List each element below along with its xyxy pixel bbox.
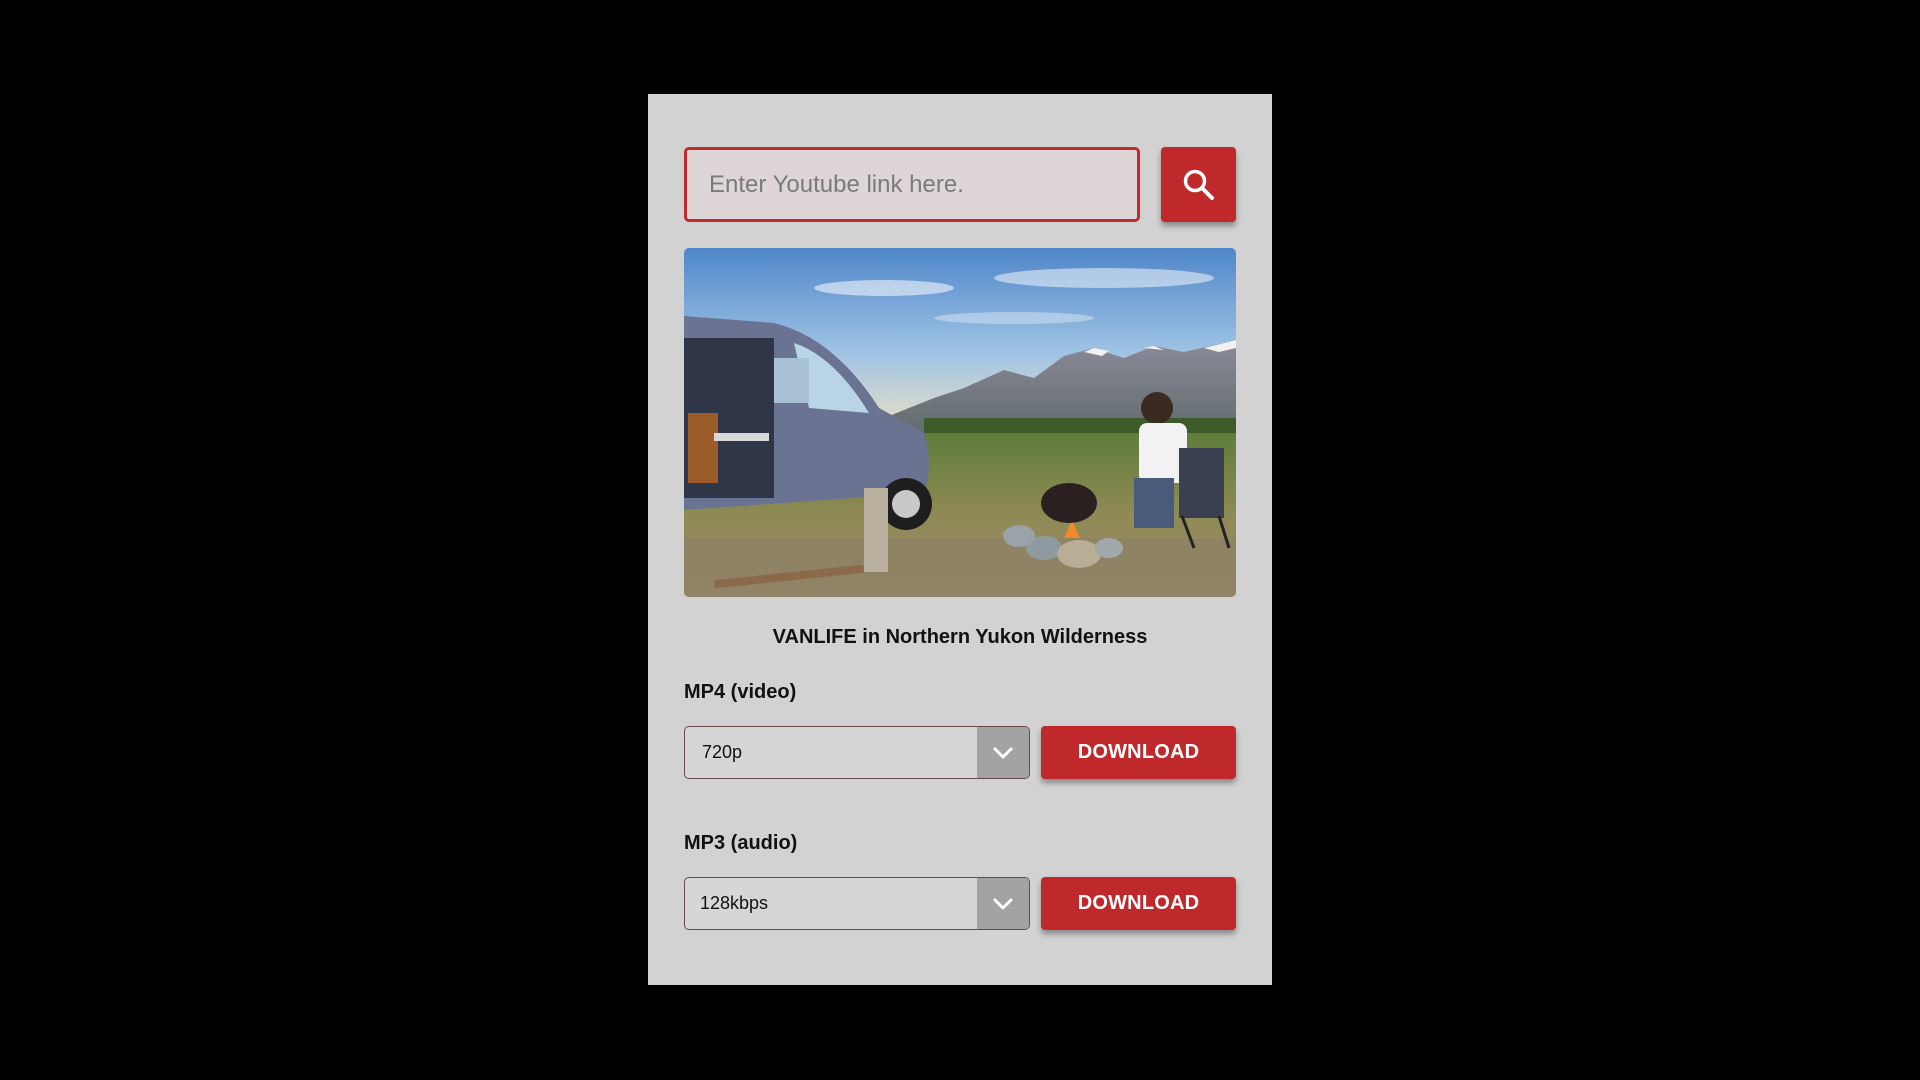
mp3-selected-bitrate: 128kbps [700, 893, 769, 913]
mp3-bitrate-select[interactable]: 128kbps [684, 877, 1030, 930]
mp4-section-label: MP4 (video) [684, 681, 797, 703]
mp3-download-button[interactable]: DOWNLOAD [1041, 877, 1236, 930]
mp4-download-button[interactable]: DOWNLOAD [1041, 726, 1236, 779]
video-thumbnail [684, 248, 1236, 597]
mp4-quality-select[interactable]: 720p [684, 726, 1030, 779]
mp4-selected-quality: 720p [702, 742, 743, 762]
search-icon [1183, 169, 1214, 200]
chevron-down-icon[interactable] [977, 727, 1029, 778]
search-button[interactable] [1161, 147, 1236, 222]
downloader-card: VANLIFE in Northern Yukon Wilderness MP4… [648, 94, 1272, 985]
search-row [684, 147, 1236, 222]
youtube-link-input[interactable] [684, 147, 1140, 222]
chevron-down-icon[interactable] [977, 878, 1029, 929]
mp3-section-label: MP3 (audio) [684, 832, 798, 854]
video-title: VANLIFE in Northern Yukon Wilderness [772, 626, 1148, 648]
